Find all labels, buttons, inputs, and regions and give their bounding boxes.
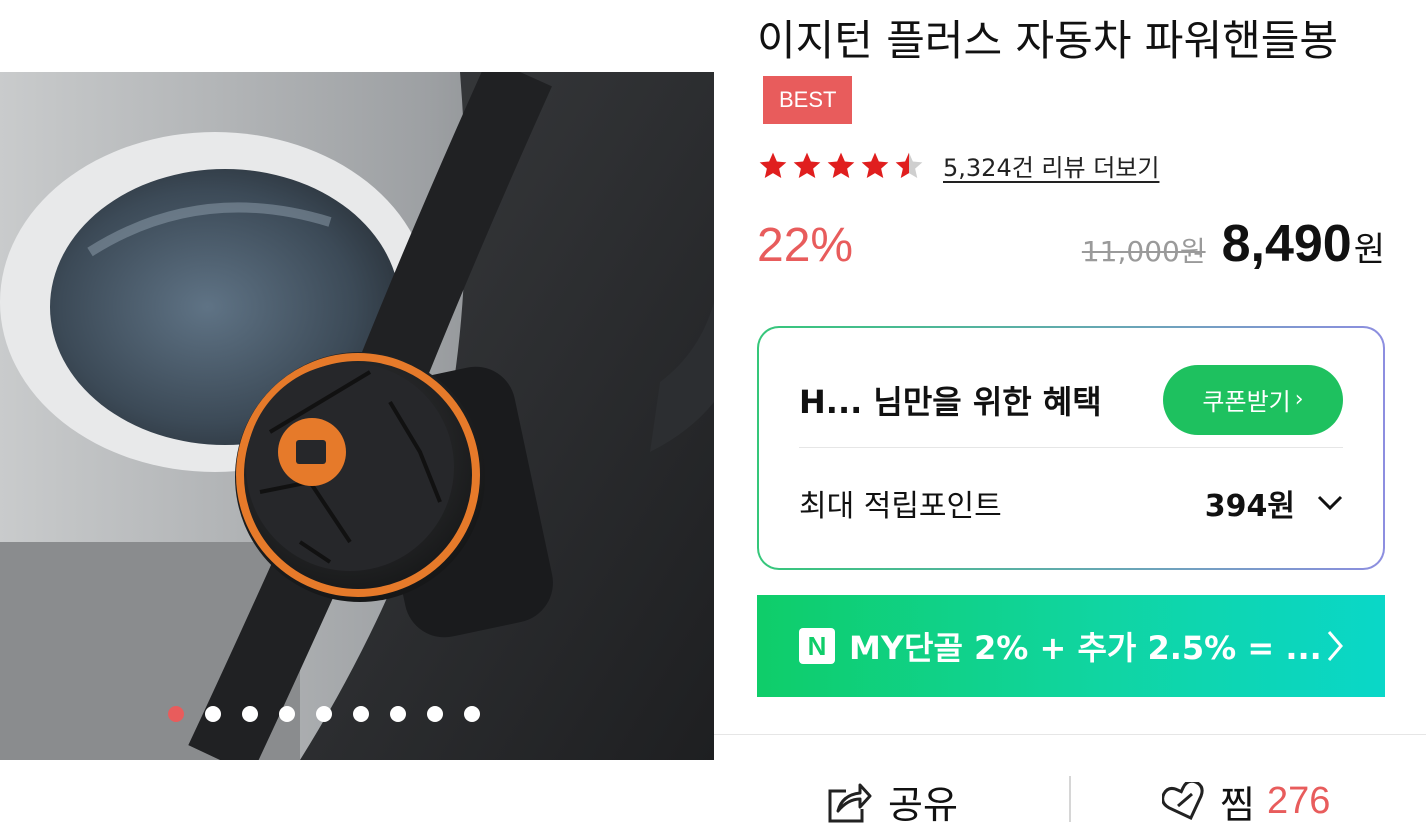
product-image-gallery[interactable] [0,72,714,760]
chevron-right-icon: › [1294,387,1304,412]
price-row: 22% 11,000원 8,490 원 [757,214,1385,284]
image-pagination [0,706,714,722]
star-icon [861,152,889,178]
points-label: 최대 적립포인트 [799,489,1002,524]
pagination-dot[interactable] [279,706,295,722]
chevron-right-icon [1327,631,1343,661]
points-value-group: 394원 [1205,481,1343,525]
half-star-icon [895,152,923,178]
sale-price: 8,490 [1221,215,1352,273]
review-link[interactable]: 5,324건 리뷰 더보기 [943,148,1159,183]
chevron-down-icon[interactable] [1317,494,1343,512]
rating-row: 5,324건 리뷰 더보기 [757,148,1159,183]
pagination-dot[interactable] [353,706,369,722]
points-row[interactable]: 최대 적립포인트 394원 [799,468,1343,538]
product-title-text: 이지턴 플러스 자동차 파워핸들봉 [757,16,1339,65]
product-title: 이지턴 플러스 자동차 파워핸들봉 BEST [757,0,1397,128]
star-rating [757,150,925,182]
share-icon [828,783,872,822]
action-bar: 공유 찜 276 [714,750,1426,836]
star-icon [827,152,855,178]
original-price: 11,000원 [1081,235,1206,268]
share-label: 공유 [888,783,958,827]
points-value: 394원 [1204,489,1295,524]
star-icon [759,152,787,178]
discount-rate: 22% [757,219,854,272]
naver-pay-icon: N [799,628,835,664]
pagination-dot[interactable] [316,706,332,722]
benefit-title: H... 님만을 위한 혜택 [799,382,1102,421]
pagination-dot[interactable] [242,706,258,722]
star-icon [793,152,821,178]
action-divider [1069,776,1071,822]
npay-benefit-banner[interactable]: N MY단골 2% + 추가 2.5% = ... [757,595,1385,697]
product-photo [0,72,714,760]
coupon-button-label: 쿠폰받기 [1202,388,1291,416]
pagination-dot[interactable] [205,706,221,722]
pagination-dot[interactable] [427,706,443,722]
wish-label: 찜 [1220,783,1255,827]
heart-icon [1162,781,1204,820]
pagination-dot[interactable] [168,706,184,722]
get-coupon-button[interactable]: 쿠폰받기 › [1163,364,1343,435]
share-button[interactable]: 공유 [826,774,958,829]
currency-unit: 원 [1353,230,1385,270]
wishlist-button[interactable]: 찜 276 [1162,774,1330,829]
best-badge: BEST [763,76,853,124]
product-info: 이지턴 플러스 자동차 파워핸들봉 BEST 5,324건 리뷰 더보기 22% … [757,0,1397,697]
pagination-dot[interactable] [464,706,480,722]
price-group: 11,000원 8,490 원 [1082,214,1385,274]
wish-count: 276 [1266,780,1331,822]
benefit-header: H... 님만을 위한 혜택 쿠폰받기 › [799,352,1343,448]
npay-benefit-text: MY단골 2% + 추가 2.5% = ... [849,629,1322,667]
section-divider [714,734,1426,735]
pagination-dot[interactable] [390,706,406,722]
benefit-card: H... 님만을 위한 혜택 쿠폰받기 › 최대 적립포인트 394원 [757,326,1385,570]
